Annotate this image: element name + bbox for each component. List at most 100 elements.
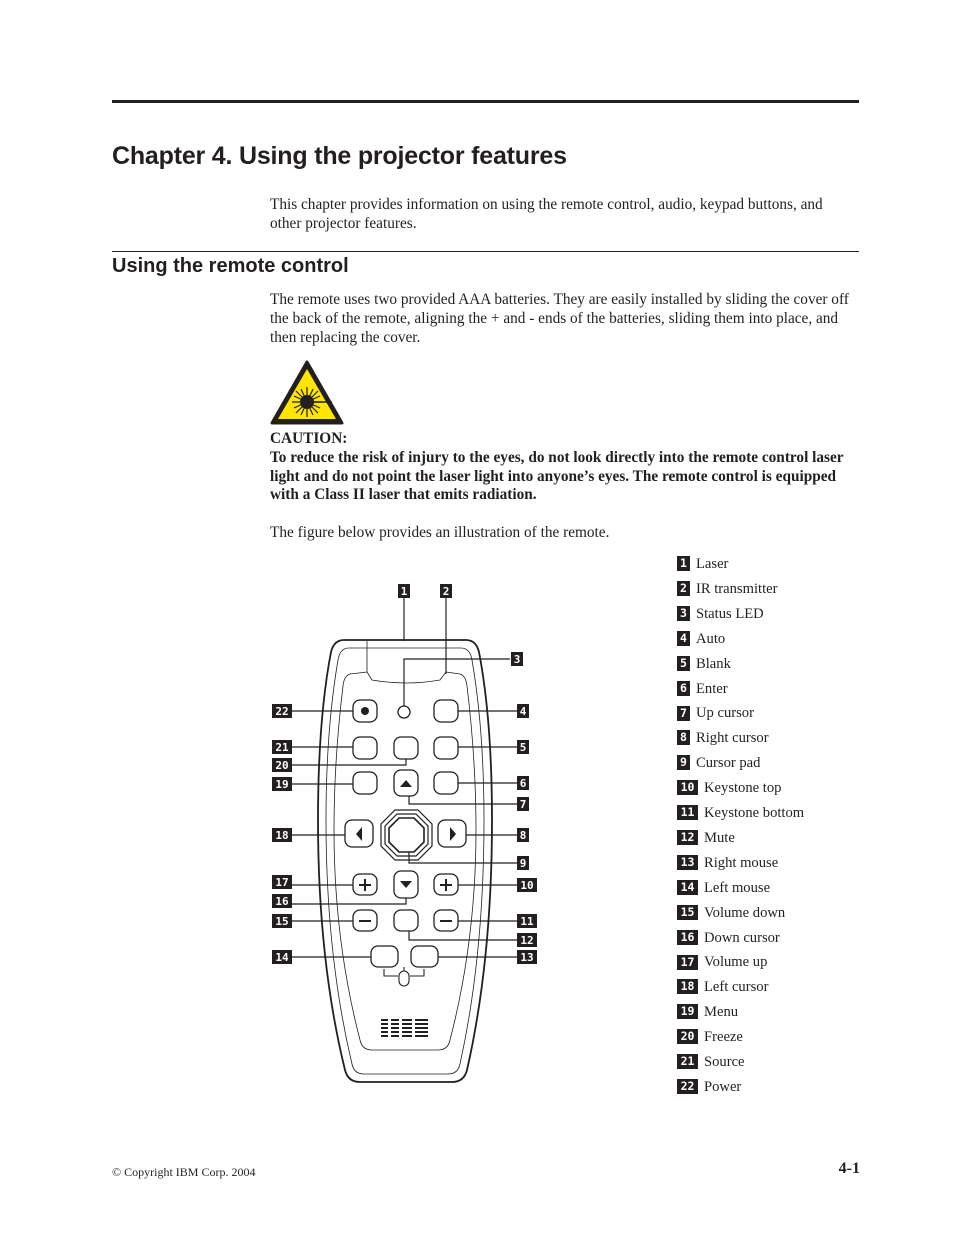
legend-item: 14 Left mouse xyxy=(677,879,770,897)
legend-item: 4 Auto xyxy=(677,630,725,648)
callout-11-label: 11 xyxy=(520,915,534,928)
legend-label: Left cursor xyxy=(704,979,769,996)
callout-badge: 8 xyxy=(677,730,690,746)
callout-badge: 22 xyxy=(677,1079,698,1095)
menu-button xyxy=(352,771,378,795)
legend-item: 15 Volume down xyxy=(677,904,785,922)
legend-item: 19 Menu xyxy=(677,1003,738,1021)
callout-badge: 10 xyxy=(677,780,698,796)
legend-label: Auto xyxy=(696,630,726,647)
callout-badge: 17 xyxy=(677,954,698,970)
callout-badge: 6 xyxy=(677,680,690,696)
legend-label: Right mouse xyxy=(704,854,779,871)
legend-item: 22 Power xyxy=(677,1078,741,1096)
remote-illustration: 1 2345678910111213141516171819202122 xyxy=(272,584,537,1083)
callout-19-label: 19 xyxy=(275,778,288,791)
legend-label: Status LED xyxy=(696,605,764,622)
callout-badge: 19 xyxy=(677,1004,698,1020)
legend-label: Menu xyxy=(704,1004,739,1021)
callout-badge: 5 xyxy=(677,655,690,671)
legend-label: Right cursor xyxy=(696,730,769,747)
callout-22-label: 22 xyxy=(275,705,288,718)
callout-21-label: 21 xyxy=(275,741,289,754)
legend-item: 12 Mute xyxy=(677,829,735,847)
callout-1-label: 1 xyxy=(401,585,408,598)
callout-badge: 4 xyxy=(677,630,690,646)
up-arrow-icon xyxy=(400,780,412,787)
callout-13-label: 13 xyxy=(520,951,533,964)
auto-button xyxy=(433,699,459,723)
page-number: 4-1 xyxy=(838,1160,860,1177)
callout-18-label: 18 xyxy=(275,829,288,842)
callout-12-label: 12 xyxy=(520,934,533,947)
legend-label: Mute xyxy=(704,829,735,846)
callout-badge: 2 xyxy=(677,581,690,597)
callout-8-label: 8 xyxy=(520,829,527,842)
source-button xyxy=(352,736,378,760)
callout-badge: 1 xyxy=(677,556,690,572)
mute-button xyxy=(393,909,419,932)
mouse-icon xyxy=(383,967,425,987)
legend-label: Up cursor xyxy=(696,705,754,722)
callout-15-label: 15 xyxy=(275,915,288,928)
callout-badge: 16 xyxy=(677,929,698,945)
callout-16-label: 16 xyxy=(275,895,289,908)
legend-item: 7 Up cursor xyxy=(677,704,754,722)
callout-20-label: 20 xyxy=(275,759,288,772)
status-led xyxy=(397,705,411,719)
legend-label: Keystone bottom xyxy=(704,805,805,821)
callout-5-label: 5 xyxy=(520,741,527,754)
callout-17-label: 17 xyxy=(275,876,288,889)
callout-9-label: 9 xyxy=(520,857,527,870)
blank-button xyxy=(433,736,459,760)
legend-item: 10 Keystone top xyxy=(677,779,781,797)
legend-item: 5 Blank xyxy=(677,655,731,673)
legend-label: Left mouse xyxy=(704,879,771,896)
legend-item: 17 Volume up xyxy=(677,953,767,971)
callout-badge: 20 xyxy=(677,1029,698,1045)
legend-item: 9 Cursor pad xyxy=(677,754,760,772)
cursor-pad xyxy=(380,809,433,861)
legend-item: 21 Source xyxy=(677,1053,745,1071)
freeze-button xyxy=(393,736,419,760)
enter-button xyxy=(433,771,459,795)
legend-label: Volume down xyxy=(704,904,786,921)
callout-2-label: 2 xyxy=(443,585,450,598)
callout-badge: 18 xyxy=(677,979,698,995)
legend-label: Power xyxy=(704,1078,742,1095)
left-mouse-button xyxy=(370,945,399,968)
legend-label: Source xyxy=(704,1054,745,1070)
legend-item: 2 IR transmitter xyxy=(677,580,777,598)
legend-label: Freeze xyxy=(704,1029,743,1046)
callout-badge: 9 xyxy=(677,755,690,771)
callout-badge: 14 xyxy=(677,879,698,895)
legend-label: Down cursor xyxy=(704,929,780,946)
legend-item: 1 Laser xyxy=(677,555,728,573)
legend-label: Volume up xyxy=(704,954,768,971)
down-arrow-icon xyxy=(400,881,412,888)
legend-item: 8 Right cursor xyxy=(677,729,769,747)
callout-badge: 21 xyxy=(677,1054,698,1070)
callout-4-label: 4 xyxy=(520,705,527,718)
legend-label: Keystone top xyxy=(704,780,782,797)
callout-badge: 3 xyxy=(677,605,690,621)
callout-14-label: 14 xyxy=(275,951,289,964)
callout-badge: 12 xyxy=(677,830,698,846)
callout-badge: 13 xyxy=(677,854,698,870)
legend-item: 20 Freeze xyxy=(677,1028,743,1046)
legend-item: 13 Right mouse xyxy=(677,854,778,872)
legend-item: 11 Keystone bottom xyxy=(677,804,804,822)
legend-item: 6 Enter xyxy=(677,680,728,698)
legend-label: Blank xyxy=(696,655,731,672)
callout-badge: 7 xyxy=(677,705,690,721)
legend-label: Enter xyxy=(696,680,728,697)
legend-label: Cursor pad xyxy=(696,755,761,772)
callout-badge: 15 xyxy=(677,904,698,920)
legend-item: 3 Status LED xyxy=(677,605,764,623)
callout-3-label: 3 xyxy=(514,653,521,666)
left-arrow-icon xyxy=(356,827,362,841)
callout-badge: 11 xyxy=(677,805,698,821)
legend-item: 18 Left cursor xyxy=(677,978,768,996)
callout-6-label: 6 xyxy=(520,777,527,790)
callout-10-label: 10 xyxy=(520,879,533,892)
